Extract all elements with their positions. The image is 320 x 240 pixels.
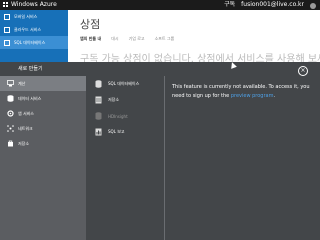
- message-end: .: [273, 93, 276, 99]
- tab-getting-started[interactable]: 앱의 만들 내: [80, 36, 101, 42]
- windows-logo-icon[interactable]: [3, 2, 8, 7]
- store-icon: [8, 140, 13, 147]
- data-services-icon: [7, 95, 14, 102]
- user-email[interactable]: fusion001@live.co.kr: [241, 0, 304, 10]
- category-data-services[interactable]: 데이터 서비스: [0, 91, 86, 106]
- database-icon: [4, 39, 10, 46]
- tab-dashboard[interactable]: 대시: [111, 36, 118, 42]
- category-app-services[interactable]: 앱 서비스: [0, 106, 86, 121]
- category-label: 네트워크: [18, 125, 33, 131]
- sidebar: 모바일 서비스 클라우드 서비스 SQL 데이터베이스: [0, 10, 68, 62]
- avatar[interactable]: [310, 3, 316, 9]
- network-icon: [7, 125, 14, 132]
- new-dialog: 새로 만들기 × 계산 데이터 서비스 앱 서비스 네트워크 저장소 SQL 데…: [0, 62, 320, 240]
- service-label: SQL 데이터베이스: [108, 81, 140, 86]
- unavailable-message: This feature is currently not available.…: [172, 83, 312, 101]
- sidebar-item-mobile-services[interactable]: 모바일 서비스: [0, 10, 68, 23]
- close-icon[interactable]: ×: [298, 66, 308, 76]
- sql-reporting-icon: [95, 128, 102, 136]
- storage-icon: [95, 96, 102, 104]
- hdinsight-icon: [95, 112, 102, 120]
- service-label: HDInsight: [108, 113, 128, 119]
- category-compute[interactable]: 계산: [0, 76, 86, 91]
- service-sql-reporting[interactable]: SQL 보고: [86, 124, 164, 140]
- service-hdinsight[interactable]: HDInsight: [86, 108, 164, 124]
- main-content: 상점 앱의 만들 내 대시 기업 로고 소프트 그룹 구독 가능 상점이 없습니…: [68, 10, 320, 65]
- sidebar-item-sql-database[interactable]: SQL 데이터베이스: [0, 36, 68, 49]
- page-title: 상점: [80, 18, 101, 31]
- sidebar-item-cloud-services[interactable]: 클라우드 서비스: [0, 23, 68, 36]
- service-list: SQL 데이터베이스 저장소 HDInsight SQL 보고: [86, 76, 164, 240]
- category-list: 계산 데이터 서비스 앱 서비스 네트워크 저장소: [0, 76, 86, 240]
- app-services-icon: [7, 110, 14, 117]
- category-label: 저장소: [18, 140, 30, 146]
- brand-title[interactable]: Windows Azure: [11, 0, 57, 10]
- sql-database-icon: [95, 80, 102, 88]
- subscription-link[interactable]: 구독: [224, 0, 235, 10]
- cloud-icon: [4, 26, 10, 33]
- preview-program-link[interactable]: preview program: [231, 93, 274, 99]
- tab-group[interactable]: 소프트 그룹: [155, 36, 175, 42]
- sidebar-item-label: SQL 데이터베이스: [14, 39, 46, 45]
- service-label: 저장소: [108, 97, 120, 102]
- service-sql-database[interactable]: SQL 데이터베이스: [86, 76, 164, 92]
- top-bar: Windows Azure 구독 fusion001@live.co.kr: [0, 0, 320, 10]
- category-store[interactable]: 저장소: [0, 136, 86, 151]
- category-label: 데이터 서비스: [18, 95, 42, 101]
- dialog-title: 새로 만들기: [18, 66, 43, 72]
- sidebar-item-label: 모바일 서비스: [14, 13, 38, 19]
- tab-logo[interactable]: 기업 로고: [129, 36, 145, 42]
- service-storage[interactable]: 저장소: [86, 92, 164, 108]
- compute-icon: [7, 80, 14, 87]
- category-network[interactable]: 네트워크: [0, 121, 86, 136]
- category-label: 계산: [18, 80, 26, 86]
- mobile-icon: [4, 13, 10, 20]
- tab-strip: 앱의 만들 내 대시 기업 로고 소프트 그룹: [80, 36, 174, 42]
- sidebar-item-label: 클라우드 서비스: [14, 26, 42, 32]
- category-label: 앱 서비스: [18, 110, 34, 116]
- service-label: SQL 보고: [108, 129, 125, 134]
- column-divider: [164, 76, 165, 240]
